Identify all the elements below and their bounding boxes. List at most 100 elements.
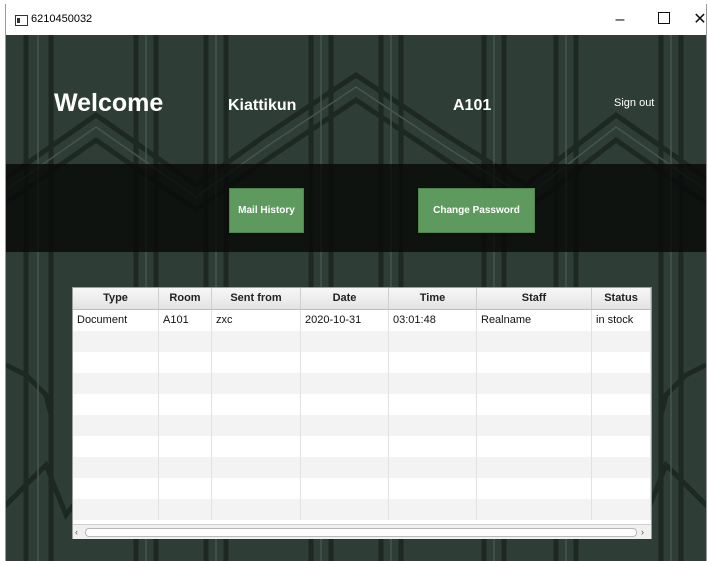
mail-history-button[interactable]: Mail History — [229, 188, 304, 233]
user-name: Kiattikun — [228, 97, 297, 114]
empty-cell — [73, 457, 159, 478]
window-title: 6210450032 — [31, 13, 93, 25]
close-button[interactable]: ✕ — [682, 8, 708, 32]
horizontal-scrollbar[interactable]: ‹ › — [73, 524, 651, 539]
action-band — [6, 164, 706, 252]
table-header: Type Room Sent from Date Time Staff Stat… — [73, 288, 651, 310]
empty-cell — [212, 499, 301, 520]
empty-cell — [212, 415, 301, 436]
sign-out-link[interactable]: Sign out — [614, 97, 654, 109]
app-window: 6210450032 – ✕ Welcome Kiattikun A101 Si… — [5, 4, 707, 561]
scrollbar-thumb[interactable] — [85, 528, 637, 537]
cell-sent-from: zxc — [212, 310, 301, 331]
column-header-date[interactable]: Date — [301, 288, 389, 309]
cell-type: Document — [73, 310, 159, 331]
empty-cell — [592, 331, 651, 352]
empty-cell — [592, 415, 651, 436]
chevron-left-icon[interactable]: ‹ — [75, 527, 83, 537]
empty-cell — [212, 352, 301, 373]
maximize-icon — [658, 12, 670, 25]
empty-cell — [389, 331, 477, 352]
empty-cell — [212, 331, 301, 352]
empty-cell — [389, 352, 477, 373]
column-header-sent-from[interactable]: Sent from — [212, 288, 301, 309]
empty-cell — [73, 415, 159, 436]
minimize-button[interactable]: – — [602, 8, 638, 32]
empty-table-row[interactable] — [73, 499, 651, 520]
empty-cell — [301, 373, 389, 394]
main-view: Welcome Kiattikun A101 Sign out Mail His… — [6, 35, 706, 561]
column-header-status[interactable]: Status — [592, 288, 651, 309]
empty-table-row[interactable] — [73, 331, 651, 352]
cell-date: 2020-10-31 — [301, 310, 389, 331]
empty-table-row[interactable] — [73, 457, 651, 478]
empty-cell — [73, 331, 159, 352]
empty-cell — [159, 478, 212, 499]
column-header-type[interactable]: Type — [73, 288, 159, 309]
empty-cell — [73, 499, 159, 520]
empty-cell — [301, 394, 389, 415]
empty-cell — [212, 478, 301, 499]
table-row[interactable]: Document A101 zxc 2020-10-31 03:01:48 Re… — [73, 310, 651, 331]
empty-cell — [301, 331, 389, 352]
maximize-button[interactable] — [646, 8, 682, 32]
title-bar: 6210450032 – ✕ — [6, 4, 708, 35]
cell-status: in stock — [592, 310, 651, 331]
empty-cell — [212, 394, 301, 415]
empty-cell — [592, 457, 651, 478]
empty-cell — [592, 499, 651, 520]
empty-cell — [159, 331, 212, 352]
empty-cell — [592, 352, 651, 373]
empty-cell — [477, 373, 592, 394]
empty-cell — [159, 436, 212, 457]
empty-cell — [301, 499, 389, 520]
empty-cell — [301, 478, 389, 499]
empty-cell — [159, 352, 212, 373]
empty-cell — [159, 373, 212, 394]
chevron-right-icon[interactable]: › — [641, 527, 649, 537]
column-header-staff[interactable]: Staff — [477, 288, 592, 309]
cell-time: 03:01:48 — [389, 310, 477, 331]
column-header-room[interactable]: Room — [159, 288, 212, 309]
empty-cell — [159, 457, 212, 478]
empty-cell — [477, 394, 592, 415]
empty-cell — [477, 331, 592, 352]
empty-table-row[interactable] — [73, 373, 651, 394]
empty-table-row[interactable] — [73, 415, 651, 436]
empty-cell — [389, 478, 477, 499]
empty-cell — [301, 457, 389, 478]
empty-cell — [477, 352, 592, 373]
empty-cell — [477, 478, 592, 499]
empty-table-row[interactable] — [73, 352, 651, 373]
empty-table-row[interactable] — [73, 394, 651, 415]
empty-cell — [592, 394, 651, 415]
empty-table-row[interactable] — [73, 478, 651, 499]
empty-cell — [212, 436, 301, 457]
empty-cell — [73, 394, 159, 415]
empty-cell — [159, 499, 212, 520]
empty-cell — [477, 415, 592, 436]
cell-room: A101 — [159, 310, 212, 331]
empty-cell — [212, 373, 301, 394]
empty-cell — [592, 478, 651, 499]
change-password-button[interactable]: Change Password — [418, 188, 535, 233]
empty-cell — [389, 457, 477, 478]
empty-cell — [73, 352, 159, 373]
empty-cell — [301, 415, 389, 436]
empty-table-row[interactable] — [73, 436, 651, 457]
empty-cell — [389, 394, 477, 415]
empty-cell — [73, 478, 159, 499]
mail-table[interactable]: Type Room Sent from Date Time Staff Stat… — [72, 287, 652, 539]
app-window-icon — [15, 15, 28, 26]
empty-cell — [592, 436, 651, 457]
empty-cell — [159, 415, 212, 436]
empty-cell — [301, 352, 389, 373]
cell-staff: Realname — [477, 310, 592, 331]
empty-cell — [301, 436, 389, 457]
empty-cell — [477, 499, 592, 520]
empty-cell — [477, 436, 592, 457]
empty-cell — [389, 373, 477, 394]
empty-cell — [212, 457, 301, 478]
room-number: A101 — [453, 97, 492, 114]
column-header-time[interactable]: Time — [389, 288, 477, 309]
